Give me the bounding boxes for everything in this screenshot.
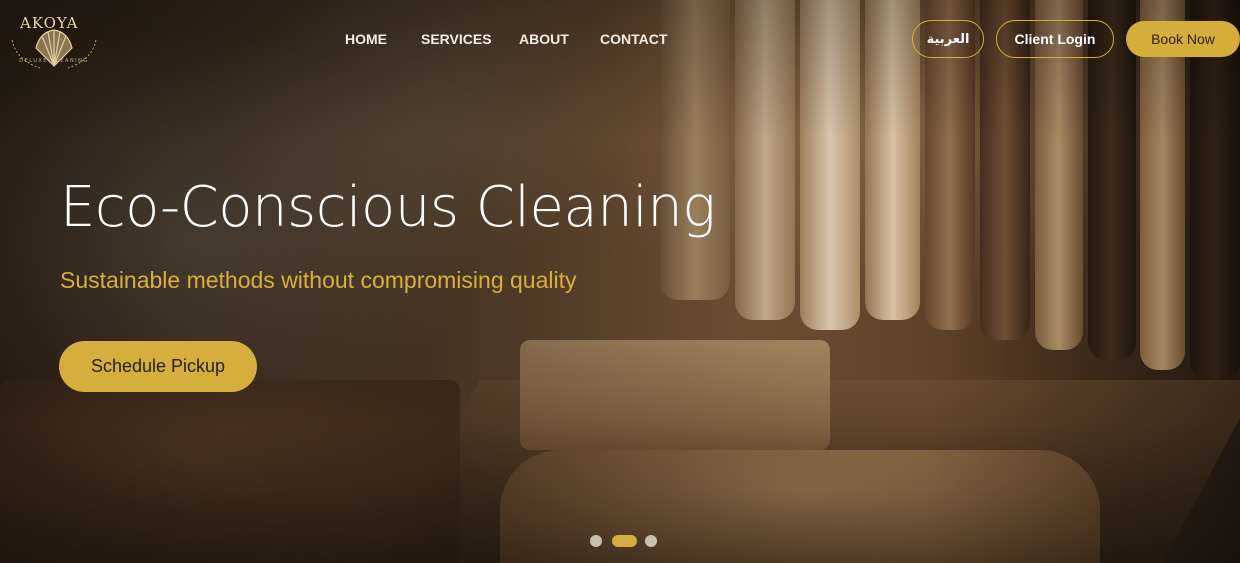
language-toggle-label: العربية (926, 31, 970, 47)
brand-name: AKOYA (20, 14, 79, 32)
nav-services[interactable]: SERVICES (421, 31, 492, 47)
book-now-label: Book Now (1151, 31, 1215, 47)
nav-home[interactable]: HOME (345, 31, 387, 47)
language-toggle-button[interactable]: العربية (912, 20, 984, 58)
hero-headline: Eco-Conscious Cleaning (60, 175, 716, 240)
carousel-dot-1[interactable] (590, 535, 602, 547)
schedule-pickup-label: Schedule Pickup (90, 356, 226, 376)
brand-logo[interactable]: AKOYA DELUXE CLEANING (6, 10, 102, 72)
client-login-button[interactable]: Client Login (996, 20, 1114, 58)
client-login-label: Client Login (1014, 31, 1096, 47)
carousel-dot-2[interactable] (612, 535, 637, 547)
hero-subheadline: Sustainable methods without compromising… (60, 267, 577, 293)
nav-about[interactable]: ABOUT (519, 31, 569, 47)
carousel-dot-3[interactable] (645, 535, 657, 547)
nav-contact[interactable]: CONTACT (600, 31, 667, 47)
schedule-pickup-button[interactable]: Schedule Pickup (59, 341, 257, 392)
book-now-button[interactable]: Book Now (1126, 21, 1240, 57)
brand-tagline: DELUXE CLEANING (19, 58, 89, 64)
